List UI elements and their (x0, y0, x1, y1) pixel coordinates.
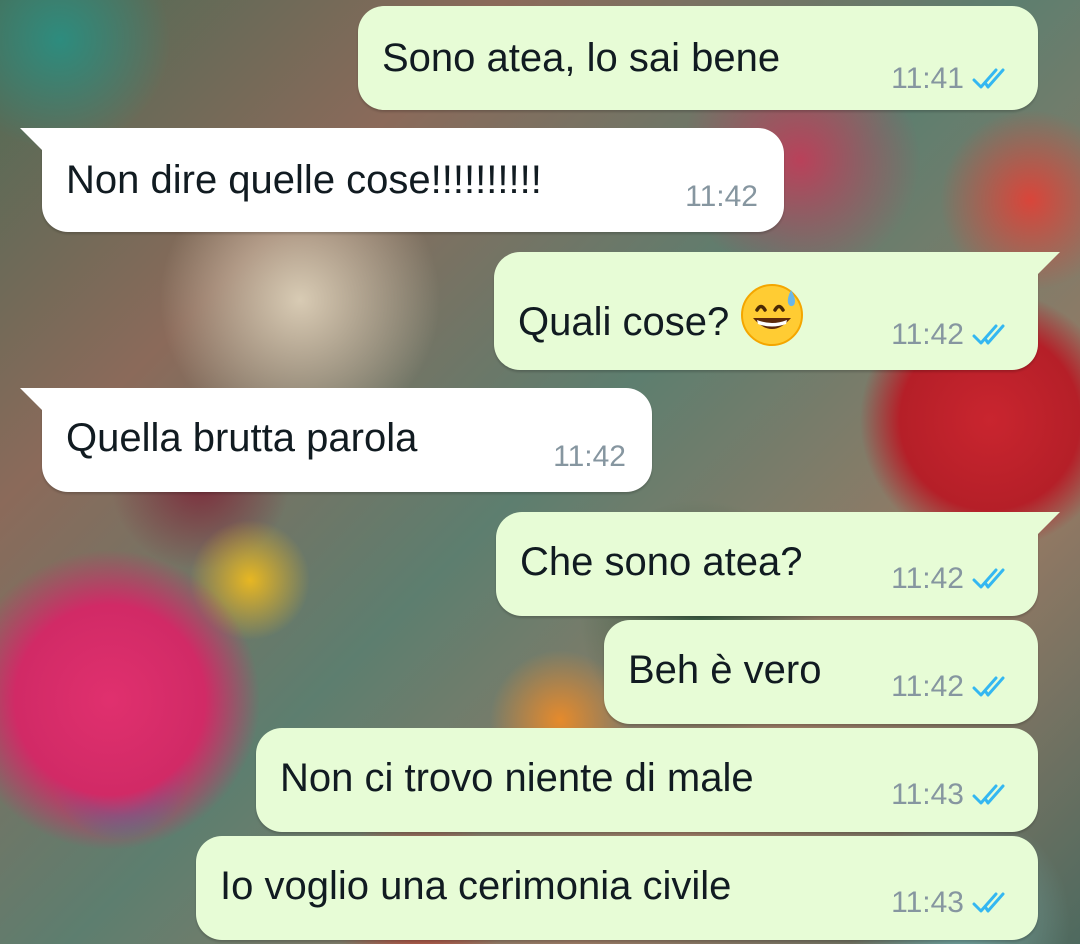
message-meta: 11:41 (891, 62, 1016, 96)
message-text: Quali cose? (518, 284, 805, 363)
message-time: 11:42 (685, 180, 758, 213)
message-text: Beh è vero (628, 648, 822, 692)
message-meta: 11:42 (891, 670, 1016, 704)
message-meta: 11:42 (685, 180, 758, 214)
message-text: Non ci trovo niente di male (280, 756, 754, 800)
message-text: Quella brutta parola (66, 416, 418, 460)
bubble-tail (20, 128, 42, 150)
double-check-read-icon (972, 891, 1016, 915)
message-bubble-outgoing[interactable]: Beh è vero 11:42 (604, 620, 1038, 724)
grinning-face-with-sweat-icon (739, 282, 805, 359)
message-text: Sono atea, lo sai bene (382, 36, 781, 80)
message-bubble-outgoing[interactable]: Sono atea, lo sai bene 11:41 (358, 6, 1038, 110)
message-time: 11:42 (891, 318, 964, 351)
message-time: 11:42 (553, 440, 626, 473)
message-time: 11:42 (891, 562, 964, 595)
message-bubble-outgoing[interactable]: Che sono atea? 11:42 (496, 512, 1060, 616)
message-time: 11:41 (891, 62, 964, 95)
message-meta: 11:42 (553, 440, 626, 474)
message-time: 11:42 (891, 670, 964, 703)
double-check-read-icon (972, 675, 1016, 699)
message-time: 11:43 (891, 778, 964, 811)
message-bubble-incoming[interactable]: Non dire quelle cose!!!!!!!!!! 11:42 (20, 128, 784, 232)
message-text-content: Quali cose? (518, 300, 730, 345)
bubble-tail (1038, 512, 1060, 534)
message-bubble-outgoing[interactable]: Io voglio una cerimonia civile 11:43 (196, 836, 1038, 940)
message-bubble-incoming[interactable]: Quella brutta parola 11:42 (20, 388, 652, 492)
message-time: 11:43 (891, 886, 964, 919)
double-check-read-icon (972, 67, 1016, 91)
message-meta: 11:43 (891, 886, 1016, 920)
double-check-read-icon (972, 567, 1016, 591)
message-bubble-outgoing[interactable]: Quali cose? 11:42 (494, 252, 1060, 370)
message-meta: 11:42 (891, 318, 1016, 352)
bubble-tail (20, 388, 42, 410)
message-bubble-outgoing[interactable]: Non ci trovo niente di male 11:43 (256, 728, 1038, 832)
message-text: Non dire quelle cose!!!!!!!!!! (66, 158, 542, 202)
message-meta: 11:43 (891, 778, 1016, 812)
message-text: Che sono atea? (520, 540, 803, 584)
double-check-read-icon (972, 783, 1016, 807)
double-check-read-icon (972, 323, 1016, 347)
message-text: Io voglio una cerimonia civile (220, 864, 732, 908)
bubble-tail (1038, 252, 1060, 274)
chat-conversation: Sono atea, lo sai bene 11:41 Non dire qu… (0, 0, 1080, 944)
message-meta: 11:42 (891, 562, 1016, 596)
